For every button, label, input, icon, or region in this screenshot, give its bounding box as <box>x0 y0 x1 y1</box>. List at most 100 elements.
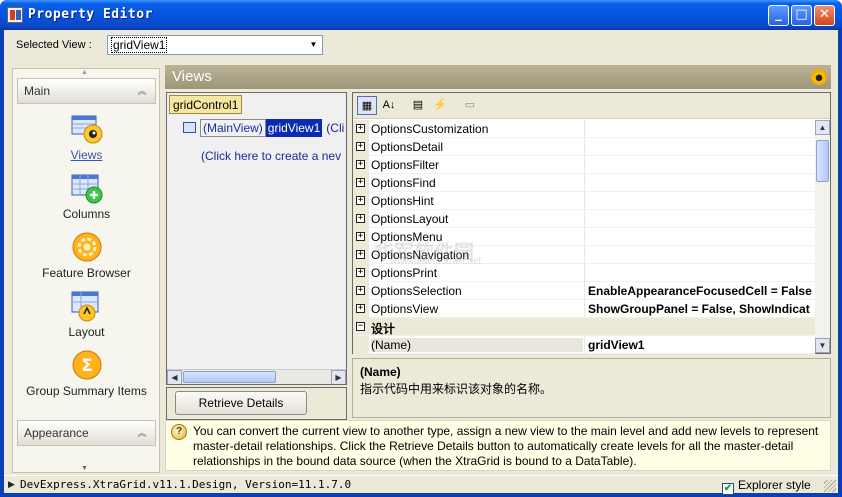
expand-icon[interactable]: + <box>356 160 365 169</box>
hint-panel: ? You can convert the current view to an… <box>165 420 831 471</box>
expand-icon[interactable]: + <box>356 142 365 151</box>
property-row-options-view[interactable]: + OptionsView ShowGroupPanel = False, Show… <box>353 300 815 318</box>
property-grid: ▦ A↓ ▤ ⚡ ▭ + OptionsCustomization + Option… <box>352 92 831 354</box>
nav-scroll-down-icon[interactable]: ▼ <box>81 465 88 472</box>
views-icon <box>71 115 102 144</box>
scroll-thumb[interactable] <box>183 371 276 383</box>
selected-view-combobox[interactable]: gridView1 ▼ <box>107 35 323 55</box>
minimize-button[interactable]: _ <box>768 5 789 26</box>
property-name: OptionsFilter <box>371 158 440 172</box>
description-text: 指示代码中用来标识该对象的名称。 <box>360 382 553 396</box>
grid-control-node[interactable]: gridControl1 <box>169 95 242 114</box>
property-name: OptionsHint <box>371 194 434 208</box>
expand-icon[interactable]: + <box>356 178 365 187</box>
nav-group-main[interactable]: Main ︽ <box>17 78 156 104</box>
columns-icon <box>71 174 102 204</box>
expand-icon[interactable]: + <box>356 250 365 259</box>
nav-item-label: Group Summary Items <box>26 384 147 398</box>
property-row-options-layout[interactable]: + OptionsLayout <box>353 210 815 228</box>
chevron-up-double-icon[interactable]: ︽ <box>135 84 149 98</box>
property-row-name[interactable]: (Name) gridView1 <box>353 336 815 354</box>
property-value[interactable]: gridView1 <box>584 336 815 354</box>
property-row-options-customization[interactable]: + OptionsCustomization <box>353 120 815 138</box>
events-icon[interactable]: ⚡ <box>430 96 450 115</box>
property-value[interactable] <box>584 264 815 282</box>
nav-item-group-summary-items[interactable]: Σ Group Summary Items <box>17 349 156 398</box>
main-view-label[interactable]: (MainView) <box>200 119 266 137</box>
nav-item-layout[interactable]: Layout <box>17 290 156 339</box>
grid-view-label[interactable]: gridView1 <box>265 119 323 137</box>
property-name: (Name) <box>371 338 583 352</box>
nav-item-feature-browser[interactable]: Feature Browser <box>17 231 156 280</box>
create-level-link[interactable]: (Click here to create a nev <box>201 149 341 163</box>
status-bar: ▶ DevExpress.XtraGrid.v11.1.Design, Vers… <box>4 475 838 495</box>
property-value[interactable]: EnableAppearanceFocusedCell = False <box>584 282 815 300</box>
play-arrow-icon[interactable]: ▶ <box>8 479 15 490</box>
selected-view-value: gridView1 <box>110 37 168 53</box>
property-value[interactable] <box>584 192 815 210</box>
expand-icon[interactable]: + <box>356 196 365 205</box>
navigation-bar: ▲ Main ︽ Views Columns Feature Browser L… <box>12 68 160 473</box>
expand-icon[interactable]: + <box>356 304 365 313</box>
nav-item-views[interactable]: Views <box>17 113 156 162</box>
nav-group-appearance[interactable]: Appearance ︽ <box>17 420 156 446</box>
chevron-up-double-icon[interactable]: ︽ <box>135 426 149 440</box>
watermark-url: www.onlinedown.net <box>390 256 482 267</box>
expand-icon[interactable]: + <box>356 214 365 223</box>
level-tree[interactable]: gridControl1 (MainView) gridView1 (Cli (Cl… <box>166 92 347 385</box>
scroll-up-icon[interactable]: ▲ <box>815 120 830 135</box>
property-name: OptionsCustomization <box>371 122 489 136</box>
properties-icon[interactable]: ▤ <box>408 96 428 115</box>
chevron-down-icon[interactable]: ▼ <box>305 36 322 54</box>
row-gutter <box>353 336 369 354</box>
level-link[interactable]: (Cli <box>322 121 344 135</box>
property-row-options-filter[interactable]: + OptionsFilter <box>353 156 815 174</box>
property-value[interactable] <box>584 138 815 156</box>
property-value[interactable] <box>584 120 815 138</box>
property-value[interactable] <box>584 210 815 228</box>
expand-icon[interactable]: + <box>356 268 365 277</box>
scroll-down-icon[interactable]: ▼ <box>815 338 830 353</box>
checkbox-check-icon[interactable]: ✔ <box>722 483 734 495</box>
horizontal-scrollbar[interactable]: ◀ ▶ <box>167 369 346 384</box>
main-view-node[interactable]: (MainView) gridView1 (Cli <box>183 119 344 137</box>
close-button[interactable]: ✕ <box>814 5 835 26</box>
expand-icon[interactable]: + <box>356 232 365 241</box>
property-row-options-detail[interactable]: + OptionsDetail <box>353 138 815 156</box>
scroll-right-icon[interactable]: ▶ <box>331 370 346 384</box>
resize-grip-icon[interactable] <box>824 480 836 492</box>
expand-icon[interactable]: + <box>356 286 365 295</box>
property-value[interactable] <box>584 246 815 264</box>
title-bar[interactable]: Property Editor _ □ ✕ <box>0 0 842 30</box>
property-row-options-hint[interactable]: + OptionsHint <box>353 192 815 210</box>
property-value[interactable]: ShowGroupPanel = False, ShowIndicat <box>584 300 815 318</box>
nav-group-label: Main <box>24 84 51 98</box>
property-pages-icon[interactable]: ▭ <box>460 96 480 115</box>
expand-icon[interactable]: + <box>356 124 365 133</box>
property-value[interactable] <box>584 228 815 246</box>
property-category-design[interactable]: − 设计 <box>353 318 815 336</box>
svg-text:Σ: Σ <box>81 356 93 376</box>
nav-item-columns[interactable]: Columns <box>17 172 156 221</box>
app-icon[interactable] <box>7 7 23 23</box>
property-description: (Name) 指示代码中用来标识该对象的名称。 <box>352 358 831 418</box>
group-summary-icon: Σ <box>72 350 101 380</box>
categorized-icon[interactable]: ▦ <box>357 96 377 115</box>
property-value[interactable] <box>584 174 815 192</box>
property-row-options-find[interactable]: + OptionsFind <box>353 174 815 192</box>
description-title: (Name) <box>360 365 401 379</box>
alphabetical-sort-icon[interactable]: A↓ <box>379 96 399 115</box>
nav-scroll-up-icon[interactable]: ▲ <box>81 69 88 76</box>
views-badge-icon <box>811 69 827 85</box>
property-value[interactable] <box>584 156 815 174</box>
retrieve-details-button[interactable]: Retrieve Details <box>175 391 307 415</box>
collapse-icon[interactable]: − <box>356 322 365 331</box>
property-row-options-selection[interactable]: + OptionsSelection EnableAppearanceFocused… <box>353 282 815 300</box>
vertical-scrollbar[interactable]: ▲ ▼ <box>815 120 830 353</box>
maximize-button[interactable]: □ <box>791 5 812 26</box>
views-panel-header: Views <box>165 65 831 89</box>
explorer-style-checkbox[interactable]: ✔ Explorer style <box>722 478 811 495</box>
scroll-thumb[interactable] <box>816 140 829 182</box>
scroll-left-icon[interactable]: ◀ <box>167 370 182 384</box>
nav-item-label: Layout <box>68 325 105 339</box>
